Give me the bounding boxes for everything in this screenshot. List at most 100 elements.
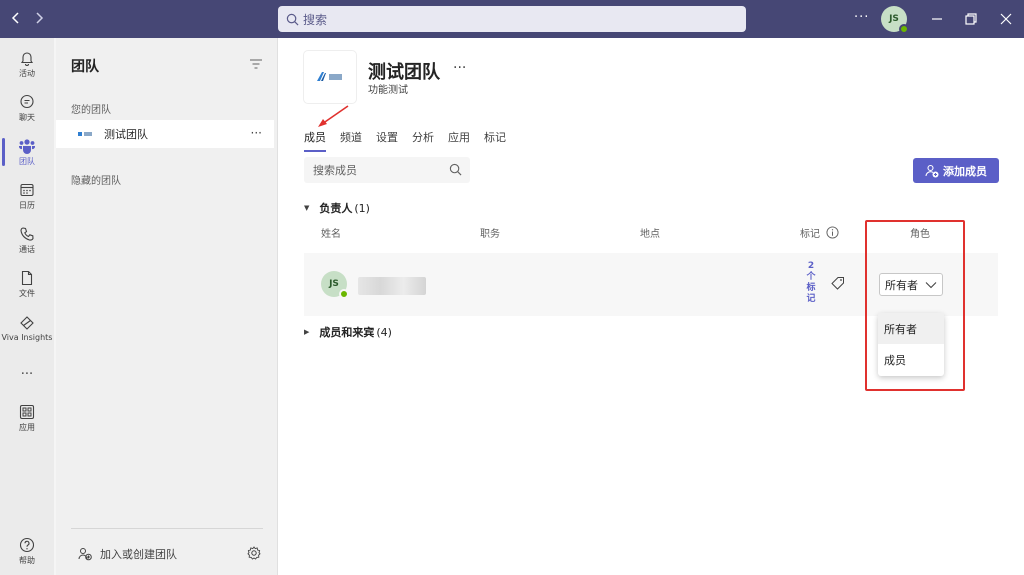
- presence-available-icon: [339, 289, 349, 299]
- members-group-count: (4): [376, 325, 392, 339]
- chat-icon: [20, 94, 34, 108]
- rail-item-calendar[interactable]: 日历: [0, 176, 54, 216]
- help-icon: [19, 537, 35, 552]
- tab-members[interactable]: 成员: [304, 129, 326, 152]
- tag-icon[interactable]: [831, 276, 845, 290]
- tab-analytics[interactable]: 分析: [412, 129, 434, 152]
- tab-tags[interactable]: 标记: [484, 129, 506, 152]
- settings-more-button[interactable]: ···: [854, 10, 869, 25]
- restore-icon[interactable]: [962, 10, 980, 28]
- member-tag-count-line: 2: [807, 261, 815, 271]
- rail-item-files[interactable]: 文件: [0, 264, 54, 304]
- tab-settings[interactable]: 设置: [376, 129, 398, 152]
- member-tag-count-line: 个: [806, 272, 816, 282]
- team-logo: [304, 51, 356, 103]
- annotation-arrow-icon: [318, 105, 349, 127]
- rail-item-more[interactable]: ···: [0, 354, 54, 394]
- team-more-options-button[interactable]: ···: [251, 126, 262, 140]
- caret-down-icon: ▼: [304, 204, 310, 212]
- rail-item-label: 聊天: [19, 112, 35, 122]
- minimize-icon[interactable]: [928, 10, 946, 28]
- column-header-tags-label: 标记: [800, 229, 820, 240]
- rail-item-activity[interactable]: 活动: [0, 44, 54, 84]
- caret-right-icon: ▶: [304, 328, 310, 336]
- rail-item-label: 文件: [19, 288, 35, 298]
- join-create-team-label: 加入或创建团队: [100, 548, 177, 561]
- team-list-item[interactable]: 测试团队 ···: [56, 120, 274, 148]
- join-create-team-button[interactable]: 加入或创建团队: [78, 546, 177, 562]
- add-people-icon: [78, 548, 92, 561]
- rail-item-label: 应用: [19, 422, 35, 432]
- member-search-input[interactable]: 搜索成员: [304, 157, 470, 183]
- member-avatar-initials: JS: [329, 279, 339, 289]
- panel-title: 团队: [71, 59, 99, 75]
- gear-icon[interactable]: [247, 546, 261, 563]
- main-content: 测试团队 ··· 功能测试 成员 频道 设置 分析 应用 标记 搜索成员 添加成…: [278, 38, 1024, 575]
- title-bar: 搜索 ··· JS: [0, 0, 1024, 38]
- column-header-tags: 标记: [800, 225, 839, 240]
- bell-icon: [20, 51, 34, 66]
- members-group-header[interactable]: ▶ 成员和来宾 (4): [304, 324, 392, 340]
- global-search-input[interactable]: 搜索: [278, 6, 746, 32]
- add-member-label: 添加成员: [943, 164, 987, 178]
- rail-item-teams[interactable]: 团队: [0, 132, 54, 172]
- info-icon[interactable]: [826, 226, 839, 239]
- owners-group-label: 负责人: [319, 202, 353, 215]
- team-more-options-button[interactable]: ···: [453, 60, 466, 76]
- app-rail: 活动 聊天 团队 日历 通话 文件 Viva Insights ··· 应用 帮…: [0, 38, 54, 575]
- more-icon: ···: [20, 366, 34, 382]
- file-icon: [21, 270, 33, 285]
- your-teams-label: 您的团队: [71, 105, 111, 116]
- back-arrow-icon[interactable]: [8, 10, 24, 26]
- add-member-button[interactable]: 添加成员: [913, 158, 999, 183]
- column-header-location: 地点: [640, 229, 660, 240]
- rail-item-label: 团队: [19, 156, 35, 166]
- rail-item-chat[interactable]: 聊天: [0, 88, 54, 128]
- rail-item-help[interactable]: 帮助: [0, 531, 54, 571]
- search-icon: [286, 13, 299, 25]
- team-logo-icon: [78, 132, 92, 136]
- viva-insights-icon: [20, 315, 34, 330]
- rail-item-label: 日历: [19, 200, 35, 210]
- tab-channels[interactable]: 频道: [340, 129, 362, 152]
- phone-icon: [20, 226, 34, 241]
- rail-item-label: 帮助: [19, 555, 35, 565]
- teams-panel: 团队 您的团队 测试团队 ··· 隐藏的团队 加入或创建团队: [56, 38, 278, 575]
- search-icon: [449, 163, 462, 176]
- close-icon[interactable]: [997, 10, 1015, 28]
- member-avatar[interactable]: JS: [321, 271, 349, 299]
- calendar-icon: [20, 183, 34, 196]
- global-search-placeholder: 搜索: [303, 12, 328, 27]
- column-header-title: 职务: [480, 229, 500, 240]
- member-tag-count-link[interactable]: 2 个 标 记: [806, 261, 816, 305]
- owners-group-header[interactable]: ▼ 负责人 (1): [304, 200, 370, 216]
- panel-divider: [71, 528, 263, 529]
- member-search-placeholder: 搜索成员: [313, 164, 357, 177]
- member-tag-count-line: 记: [806, 294, 816, 304]
- rail-item-apps[interactable]: 应用: [0, 398, 54, 438]
- apps-icon: [19, 404, 35, 419]
- team-tabs: 成员 频道 设置 分析 应用 标记: [304, 129, 520, 152]
- filter-icon[interactable]: [249, 58, 263, 73]
- column-header-name: 姓名: [321, 229, 341, 240]
- rail-item-label: 通话: [19, 244, 35, 254]
- member-tag-count-line: 标: [806, 283, 816, 293]
- rail-item-calls[interactable]: 通话: [0, 220, 54, 260]
- profile-avatar[interactable]: JS: [881, 6, 909, 34]
- rail-item-label: Viva Insights: [1, 332, 53, 342]
- team-description: 功能测试: [368, 85, 408, 96]
- presence-available-icon: [899, 24, 909, 34]
- forward-arrow-icon[interactable]: [31, 10, 47, 26]
- add-person-icon: [925, 164, 939, 177]
- member-name-redacted: [358, 277, 426, 295]
- team-list-name: 测试团队: [104, 128, 148, 141]
- owners-group-count: (1): [354, 201, 370, 215]
- profile-avatar-initials: JS: [889, 14, 899, 24]
- rail-item-viva-insights[interactable]: Viva Insights: [0, 308, 54, 348]
- tab-apps[interactable]: 应用: [448, 129, 470, 152]
- teams-icon: [19, 138, 35, 154]
- team-logo-icon: [317, 72, 342, 81]
- hidden-teams-label[interactable]: 隐藏的团队: [71, 172, 121, 187]
- members-group-label: 成员和来宾: [319, 326, 375, 339]
- rail-item-label: 活动: [19, 68, 35, 78]
